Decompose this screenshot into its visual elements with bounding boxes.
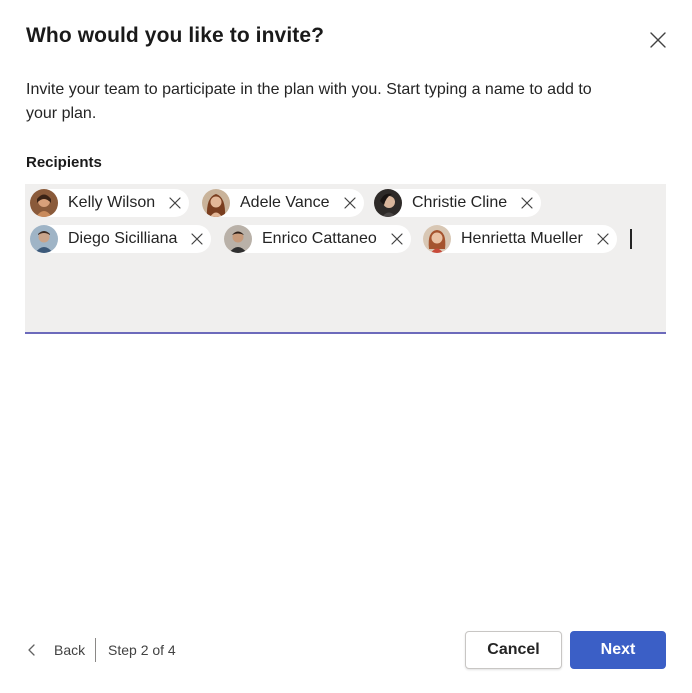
avatar bbox=[423, 225, 451, 253]
cancel-button[interactable]: Cancel bbox=[465, 631, 562, 669]
recipient-chip-christie-cline: Christie Cline bbox=[374, 189, 542, 217]
remove-recipient-button[interactable] bbox=[342, 195, 358, 211]
recipient-name: Adele Vance bbox=[240, 194, 330, 211]
recipient-chip-diego-sicilliana: Diego Sicilliana bbox=[30, 225, 212, 253]
next-button[interactable]: Next bbox=[570, 631, 666, 669]
remove-recipient-button[interactable] bbox=[389, 231, 405, 247]
recipient-name: Enrico Cattaneo bbox=[262, 230, 377, 247]
avatar bbox=[30, 225, 58, 253]
avatar bbox=[374, 189, 402, 217]
back-button[interactable]: Back bbox=[26, 640, 85, 660]
back-label: Back bbox=[54, 642, 86, 658]
chevron-left-icon bbox=[26, 644, 38, 656]
dialog-title: Who would you like to invite? bbox=[26, 24, 325, 47]
avatar bbox=[30, 189, 58, 217]
recipient-chip-kelly-wilson: Kelly Wilson bbox=[30, 189, 190, 217]
recipient-name: Kelly Wilson bbox=[68, 194, 156, 211]
remove-recipient-button[interactable] bbox=[519, 195, 535, 211]
remove-recipient-button[interactable] bbox=[595, 231, 611, 247]
recipient-chip-adele-vance: Adele Vance bbox=[202, 189, 364, 217]
recipient-chip-henrietta-mueller: Henrietta Mueller bbox=[423, 225, 617, 253]
avatar bbox=[202, 189, 230, 217]
invite-dialog: Who would you like to invite? Invite you… bbox=[0, 0, 692, 693]
close-button[interactable] bbox=[646, 30, 670, 54]
step-indicator: Step 2 of 4 bbox=[108, 642, 176, 658]
remove-recipient-button[interactable] bbox=[189, 231, 205, 247]
dialog-description: Invite your team to participate in the p… bbox=[26, 81, 592, 122]
remove-recipient-button[interactable] bbox=[167, 195, 183, 211]
text-caret bbox=[630, 229, 632, 249]
recipient-name: Diego Sicilliana bbox=[68, 230, 178, 247]
close-icon bbox=[650, 31, 666, 53]
footer-divider bbox=[95, 638, 96, 662]
recipient-name: Henrietta Mueller bbox=[461, 230, 583, 247]
recipient-name: Christie Cline bbox=[412, 194, 508, 211]
recipients-label: Recipients bbox=[26, 154, 102, 171]
avatar bbox=[224, 225, 252, 253]
recipient-chip-enrico-cattaneo: Enrico Cattaneo bbox=[224, 225, 411, 253]
